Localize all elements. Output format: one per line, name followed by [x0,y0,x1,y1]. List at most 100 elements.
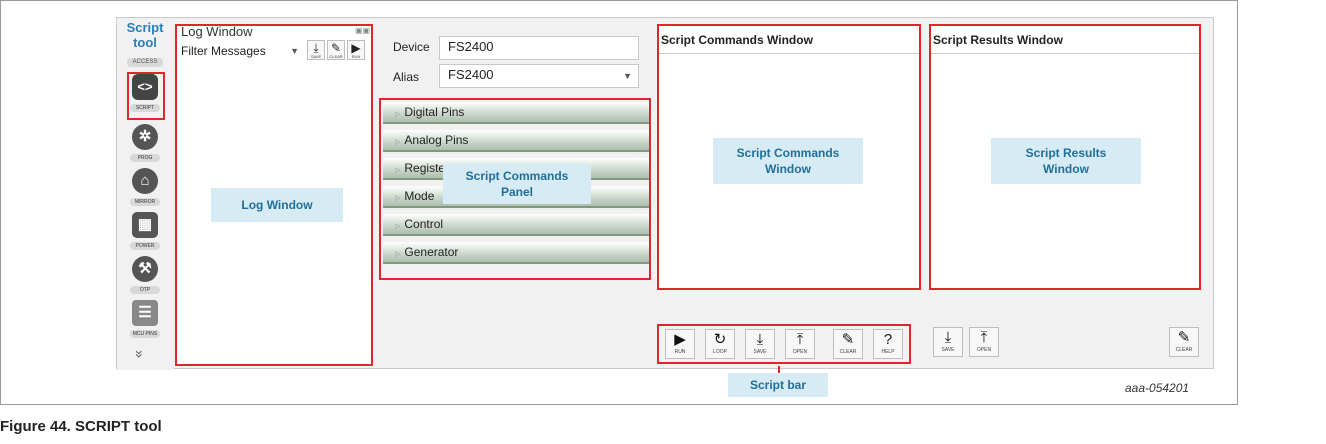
tool-label: POWER [130,242,160,250]
chevron-down-icon: ▼ [623,71,632,81]
script-bar-callout: Script bar [728,373,828,397]
script-results-window[interactable]: Script Results Window Script Results Win… [929,24,1201,290]
button-label: CLEAR [329,54,343,59]
log-run-button[interactable]: ▶ RUN [347,40,365,60]
strip-title-line1: Script [126,20,164,35]
alias-select[interactable]: FS2400 ▼ [439,64,639,88]
callout-line: Script Commands [736,146,840,160]
button-label: CLEAR [1175,347,1193,353]
strip-title: Script tool [119,20,171,50]
script-tool-highlight [127,72,165,120]
pins-icon: ☰ [132,300,158,326]
tool-prog-button[interactable]: ✲ PROG [127,124,163,170]
section-label: Control [404,217,444,231]
expand-chevron-icon[interactable]: » [132,350,148,358]
log-window: Log Window ▣▣ Filter Messages ▼ ⤓ SAVE ✎ C… [175,24,373,366]
figure-frame: Script tool ACCESS <> SCRIPT ✲ PROG ⌂ MI… [0,0,1238,405]
commands-panel-callout: Script Commands Panel [443,164,591,204]
save-icon: ⤓ [944,329,952,346]
device-label: Device [393,40,430,54]
help-button[interactable]: ? HELP [873,329,903,359]
alias-label: Alias [393,70,420,84]
chevron-right-icon: ▷ [395,111,401,118]
run-icon: ▶ [351,41,361,55]
chevron-right-icon: ▷ [395,167,401,174]
section-generator[interactable]: ▷ Generator [383,242,649,264]
log-window-title: Log Window [181,24,253,39]
button-label: OPEN [976,347,992,353]
tool-power-button[interactable]: ▦ POWER [127,212,163,258]
save-icon: ⤓ [756,331,764,348]
run-icon: ▶ [674,331,686,348]
section-digital-pins[interactable]: ▷ Digital Pins [383,102,649,124]
filter-select-value: Filter Messages [181,44,266,58]
tool-label: MCU PINS [130,330,160,338]
figure-caption: Figure 44. SCRIPT tool [0,418,162,435]
button-label: SAVE [753,349,767,355]
tool-mirror-button[interactable]: ⌂ MIRROR [127,168,163,214]
results-clear-button[interactable]: ✎ CLEAR [1169,327,1199,357]
clear-icon: ✎ [1177,329,1191,346]
open-icon: ⤒ [796,331,804,348]
alias-value: FS2400 [448,67,494,82]
results-save-button[interactable]: ⤓ SAVE [933,327,963,357]
callout-line: Panel [500,185,533,199]
tool-label: OTP [130,286,160,294]
save-button[interactable]: ⤓ SAVE [745,329,775,359]
button-label: LOOP [713,349,727,355]
button-label: RUN [351,54,361,59]
section-analog-pins[interactable]: ▷ Analog Pins [383,130,649,152]
device-panel: Device FS2400 Alias FS2400 ▼ ▷ Digital Pi… [379,24,651,366]
results-open-button[interactable]: ⤒ OPEN [969,327,999,357]
results-window-callout: Script Results Window [991,138,1141,184]
commands-window-title: Script Commands Window [659,26,919,54]
mirror-icon: ⌂ [132,168,158,194]
loop-button[interactable]: ↻ LOOP [705,329,735,359]
log-window-callout: Log Window [211,188,343,222]
save-icon: ⤓ [313,41,319,55]
tool-strip: Script tool ACCESS <> SCRIPT ✲ PROG ⌂ MI… [117,18,174,370]
tool-mcu-pins-button[interactable]: ☰ MCU PINS [127,300,163,346]
loop-icon: ↻ [713,331,727,348]
callout-line: Script Commands [465,169,569,183]
section-control[interactable]: ▷ Control [383,214,649,236]
chevron-right-icon: ▷ [395,223,401,230]
button-label: OPEN [792,349,808,355]
run-button[interactable]: ▶ RUN [665,329,695,359]
chevron-right-icon: ▷ [395,195,401,202]
callout-line: Window [1043,162,1089,176]
button-label: SAVE [310,54,322,59]
access-tab[interactable]: ACCESS [127,58,163,67]
callout-line: Script Results [1025,146,1107,160]
strip-title-line2: tool [133,35,157,50]
figure-id: aaa-054201 [1125,381,1190,395]
gear-icon: ✲ [132,124,158,150]
help-icon: ? [883,331,893,348]
window-controls-icon[interactable]: ▣▣ [355,26,370,35]
device-field[interactable]: FS2400 [439,36,639,60]
commands-window-callout: Script Commands Window [713,138,863,184]
script-commands-window[interactable]: Script Commands Window Script Commands W… [657,24,921,290]
button-label: HELP [881,349,895,355]
section-label: Mode [404,189,435,203]
calculator-icon: ▦ [132,212,158,238]
chevron-down-icon: ▼ [290,46,299,56]
open-icon: ⤒ [980,329,988,346]
log-clear-button[interactable]: ✎ CLEAR [327,40,345,60]
log-save-button[interactable]: ⤓ SAVE [307,40,325,60]
script-bar: ▶ RUN ↻ LOOP ⤓ SAVE ⤒ OPEN ✎ CLEAR ? HELP [657,324,911,364]
section-label: Analog Pins [404,133,469,147]
results-window-title: Script Results Window [931,26,1199,54]
chevron-right-icon: ▷ [395,139,401,146]
clear-button[interactable]: ✎ CLEAR [833,329,863,359]
filter-select[interactable]: Filter Messages ▼ [179,40,301,62]
tool-label: PROG [130,154,160,162]
app-screenshot: Script tool ACCESS <> SCRIPT ✲ PROG ⌂ MI… [116,17,1214,374]
callout-line: Window [765,162,811,176]
hammer-icon: ⚒ [132,256,158,282]
section-label: Generator [404,245,459,259]
tool-otp-button[interactable]: ⚒ OTP [127,256,163,302]
open-button[interactable]: ⤒ OPEN [785,329,815,359]
chevron-right-icon: ▷ [395,251,401,258]
button-label: SAVE [941,347,955,353]
